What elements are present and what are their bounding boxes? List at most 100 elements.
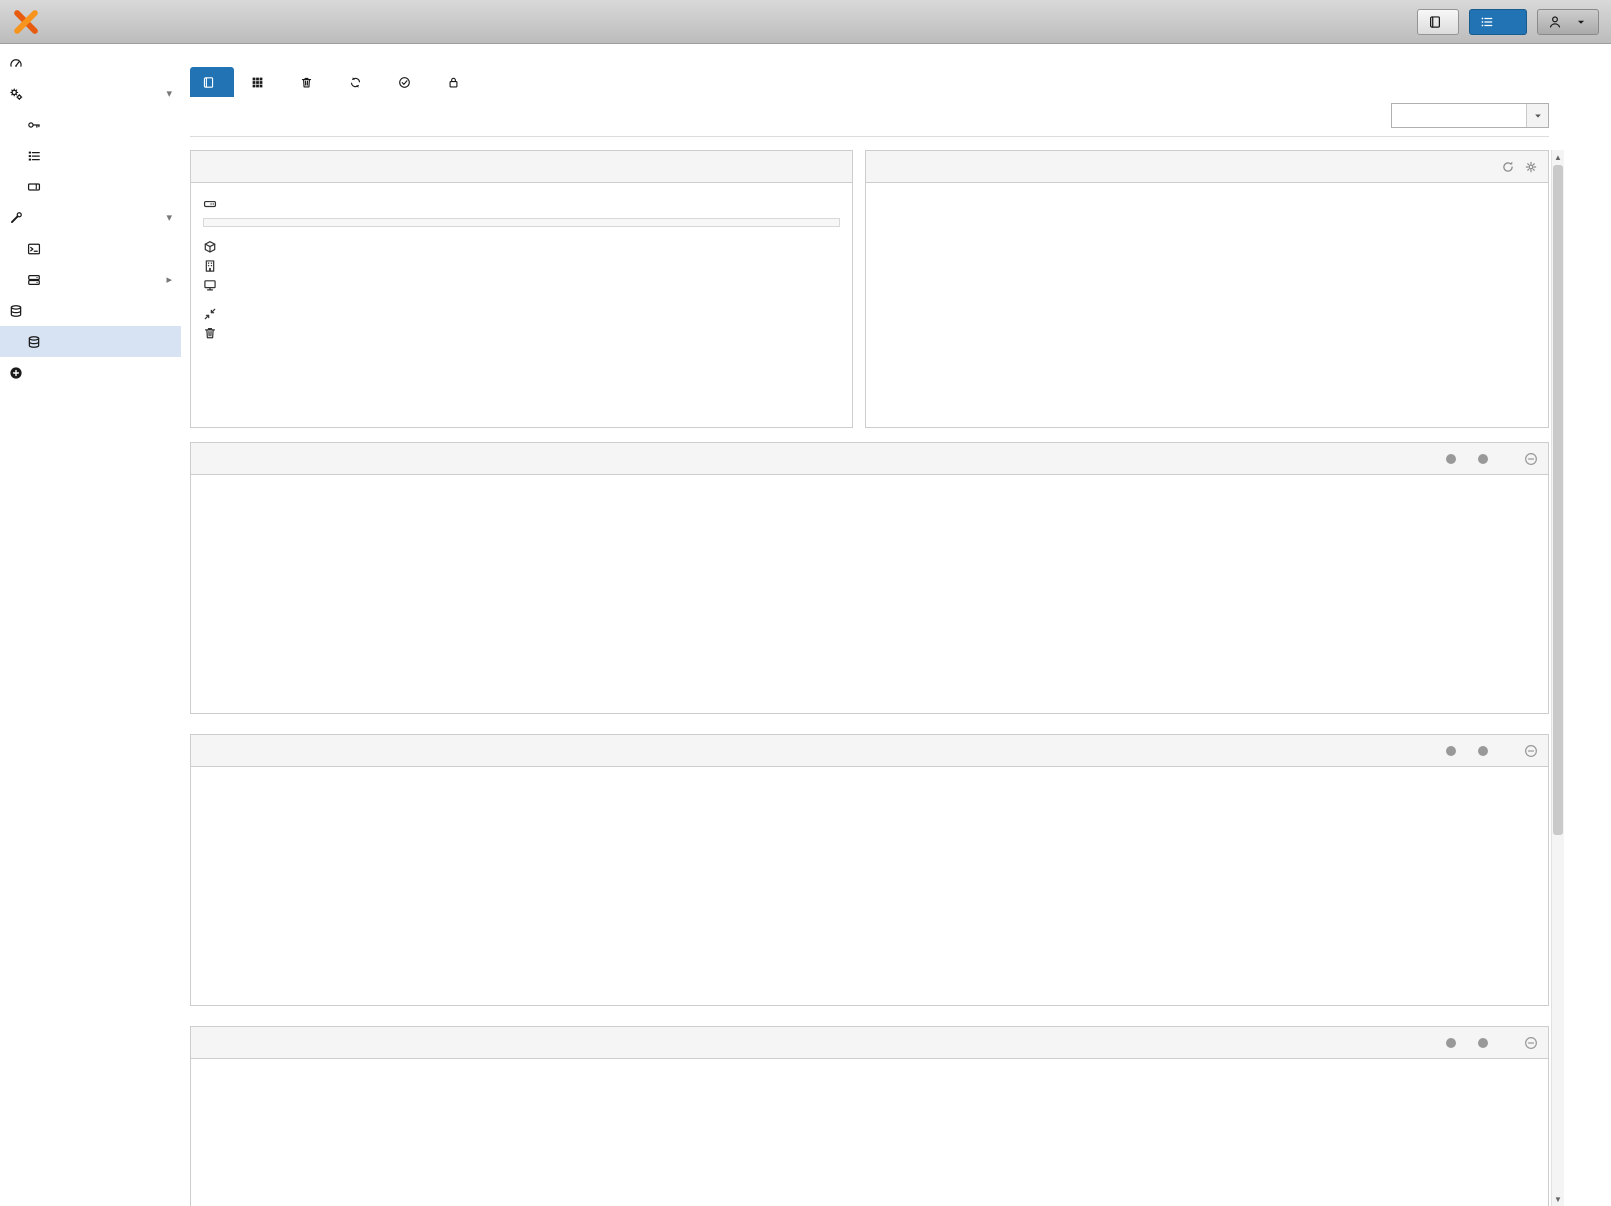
expanded-caret-icon: ▾	[166, 211, 172, 224]
expanded-caret-icon: ▾	[166, 87, 172, 100]
datastore-summary-body	[191, 183, 852, 353]
storage-usage-header	[191, 443, 1548, 475]
legend-dot	[1446, 746, 1456, 756]
tab-content[interactable]	[239, 67, 283, 97]
legend-dot	[1446, 1038, 1456, 1048]
app-body: ▾ ▾	[0, 44, 1564, 1206]
iops-legend	[1446, 1036, 1538, 1050]
proxmox-logo[interactable]	[12, 8, 47, 36]
collapse-icon[interactable]	[1524, 744, 1538, 758]
datastore-summary-panel	[190, 150, 853, 428]
plus-circle-icon	[9, 366, 23, 380]
proxmox-logo-icon	[12, 8, 40, 36]
tab-verify-jobs[interactable]	[386, 67, 430, 97]
legend-item-total	[1446, 454, 1462, 464]
sidebar-item-datastore[interactable]	[0, 295, 181, 326]
storage-usage-chart	[191, 475, 1548, 713]
sidebar-item-subscription[interactable]	[0, 171, 181, 202]
trash-icon	[300, 76, 313, 89]
sidebar-item-disks[interactable]: ▸	[0, 264, 181, 295]
scrollbar-thumb[interactable]	[1553, 165, 1563, 835]
task-list-icon	[1480, 15, 1494, 29]
removed-bytes-row	[203, 323, 840, 342]
sidebar-item-configuration[interactable]: ▾	[0, 78, 181, 109]
lock-icon	[447, 76, 460, 89]
documentation-button[interactable]	[1417, 9, 1459, 35]
sidebar-item-remotes[interactable]	[0, 140, 181, 171]
chevron-down-icon	[1533, 111, 1543, 121]
disks-icon	[27, 273, 41, 287]
comment-panel-header	[866, 151, 1548, 183]
sidebar: ▾ ▾	[0, 44, 181, 1206]
legend-item-read	[1446, 1038, 1462, 1048]
dedup-row	[203, 304, 840, 323]
tab-bar	[190, 67, 1549, 97]
book-icon	[1428, 15, 1442, 29]
gear-icon[interactable]	[1524, 160, 1538, 174]
time-range-select[interactable]	[1391, 103, 1549, 128]
transfer-rate-legend	[1446, 744, 1538, 758]
cube-icon	[203, 240, 217, 254]
ticket-icon	[27, 180, 41, 194]
refresh-icon[interactable]	[1501, 160, 1515, 174]
trash-icon	[203, 326, 217, 340]
check-circle-icon	[398, 76, 411, 89]
wrench-icon	[9, 211, 23, 225]
host-row	[203, 256, 840, 275]
sidebar-item-shell[interactable]	[0, 233, 181, 264]
datastore-panel-header	[191, 151, 852, 183]
iops-panel	[190, 1026, 1549, 1206]
terminal-icon	[27, 242, 41, 256]
legend-item-write	[1478, 1038, 1494, 1048]
legend-dot	[1478, 1038, 1488, 1048]
legend-item-storage-usage	[1478, 454, 1494, 464]
vm-row	[203, 275, 840, 294]
collapse-icon[interactable]	[1524, 452, 1538, 466]
app-header	[0, 0, 1611, 44]
summary-content	[190, 137, 1549, 1206]
sync-icon	[349, 76, 362, 89]
sidebar-item-administration[interactable]: ▾	[0, 202, 181, 233]
tab-summary[interactable]	[190, 67, 234, 97]
iops-header	[191, 1027, 1548, 1059]
sidebar-item-access-control[interactable]	[0, 109, 181, 140]
database-icon	[27, 335, 41, 349]
monitor-icon	[203, 278, 217, 292]
hdd-icon	[203, 197, 217, 211]
tab-prune-gc[interactable]	[288, 67, 332, 97]
legend-dot	[1446, 454, 1456, 464]
collapse-icon[interactable]	[1524, 1036, 1538, 1050]
legend-dot	[1478, 454, 1488, 464]
chart-toolbar	[190, 97, 1549, 137]
transfer-rate-header	[191, 735, 1548, 767]
gears-icon	[9, 87, 23, 101]
key-icon	[27, 118, 41, 132]
vertical-scrollbar[interactable]: ▲ ▼	[1551, 150, 1564, 1206]
combo-trigger[interactable]	[1526, 104, 1548, 127]
main-area: ▲ ▼	[181, 44, 1564, 1206]
legend-item-read	[1446, 746, 1462, 756]
usage-progressbar	[203, 218, 840, 227]
book-icon	[202, 76, 215, 89]
database-icon	[9, 304, 23, 318]
scroll-down-arrow[interactable]: ▼	[1552, 1192, 1564, 1206]
storage-usage-legend	[1446, 452, 1538, 466]
tab-sync-jobs[interactable]	[337, 67, 381, 97]
compress-icon	[203, 307, 217, 321]
chevron-down-icon	[1574, 15, 1588, 29]
building-icon	[203, 259, 217, 273]
user-icon	[1548, 15, 1562, 29]
grid-icon	[251, 76, 264, 89]
comment-panel-tools	[1501, 160, 1538, 174]
list-icon	[27, 149, 41, 163]
sidebar-item-add-datastore[interactable]	[0, 357, 181, 388]
ct-row	[203, 237, 840, 256]
sidebar-item-dashboard[interactable]	[0, 47, 181, 78]
scroll-up-arrow[interactable]: ▲	[1552, 150, 1564, 164]
tab-permissions[interactable]	[435, 67, 479, 97]
comment-panel	[865, 150, 1549, 428]
tasks-button[interactable]	[1469, 9, 1527, 35]
page-title	[190, 44, 1549, 67]
sidebar-item-store1[interactable]	[0, 326, 181, 357]
user-menu-button[interactable]	[1537, 9, 1599, 35]
